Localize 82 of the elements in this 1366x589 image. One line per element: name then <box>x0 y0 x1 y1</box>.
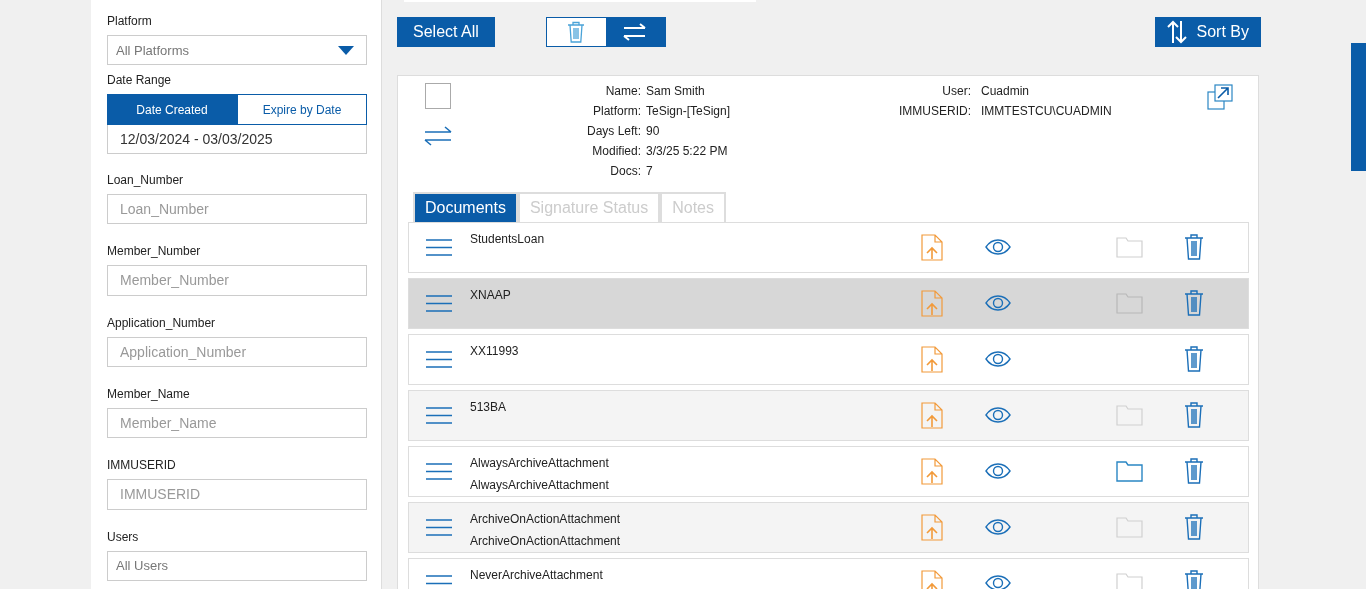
eye-icon[interactable] <box>985 463 1011 479</box>
eye-icon[interactable] <box>985 407 1011 423</box>
menu-icon[interactable] <box>426 519 452 536</box>
text-field[interactable]: Loan_Number <box>107 193 367 225</box>
document-row[interactable]: XNAAP <box>408 278 1249 329</box>
document-name: ArchiveOnActionAttachment <box>470 534 622 548</box>
field-label: Date Range <box>107 73 173 88</box>
menu-icon[interactable] <box>426 463 452 480</box>
text-field[interactable]: Member_Number <box>107 265 367 296</box>
field-label: Platform <box>107 14 153 28</box>
select-checkbox[interactable] <box>425 83 451 109</box>
info-label: Name: <box>604 84 641 99</box>
info-value: 3/3/25 5:22 PM <box>646 144 729 159</box>
document-name: XX11993 <box>470 344 520 358</box>
view-toggle[interactable] <box>545 17 666 47</box>
document-row[interactable]: ArchiveOnActionAttachment ArchiveOnActionAttachment <box>408 502 1249 553</box>
document-row[interactable]: AlwaysArchiveAttachment AlwaysArchiveAttachment <box>408 446 1249 497</box>
field-label: IMMUSERID <box>107 458 177 473</box>
document-row[interactable]: XX11993 <box>408 334 1249 385</box>
info-label: Modified: <box>591 144 641 159</box>
menu-icon[interactable] <box>426 295 452 312</box>
trash-icon[interactable] <box>1184 290 1204 316</box>
info-label: User: <box>941 84 971 99</box>
field-label: Users <box>107 529 140 544</box>
trash-icon[interactable] <box>1184 346 1204 372</box>
trash-icon <box>567 21 586 43</box>
tab[interactable]: Documents <box>413 192 518 222</box>
info-label: IMMUSERID: <box>898 104 971 119</box>
folder-icon[interactable] <box>1116 461 1143 482</box>
swap-arrows-icon <box>623 23 648 41</box>
date-type-tab[interactable]: Expire by Date <box>237 94 367 126</box>
eye-icon[interactable] <box>985 239 1011 255</box>
document-row[interactable]: NeverArchiveAttachment <box>408 558 1249 589</box>
document-row[interactable]: StudentsLoan <box>408 222 1249 273</box>
eye-icon[interactable] <box>985 351 1011 367</box>
menu-icon[interactable] <box>426 407 452 424</box>
trash-icon[interactable] <box>1184 402 1204 428</box>
info-value: 7 <box>646 164 654 179</box>
field-label: Member_Name <box>107 386 191 401</box>
date-range-field[interactable]: 12/03/2024 - 03/03/2025 <box>107 125 367 154</box>
info-label: Platform: <box>592 104 641 119</box>
trash-icon[interactable] <box>1184 570 1204 589</box>
info-value: 90 <box>646 124 661 139</box>
caret-icon <box>338 45 354 55</box>
document-name: 513BA <box>470 400 508 414</box>
sort-icon <box>1166 20 1187 44</box>
eye-icon[interactable] <box>985 575 1011 589</box>
menu-icon[interactable] <box>426 351 452 368</box>
field-label: Member_Number <box>107 244 202 259</box>
document-name: XNAAP <box>470 288 512 302</box>
info-value: Sam Smith <box>646 84 706 99</box>
trash-icon[interactable] <box>1184 514 1204 540</box>
menu-icon[interactable] <box>426 239 452 256</box>
info-value: Cuadmin <box>981 84 1031 99</box>
swap-view-button[interactable] <box>605 18 665 46</box>
info-label: Days Left: <box>585 124 641 139</box>
document-name: AlwaysArchiveAttachment <box>470 456 610 470</box>
eye-icon[interactable] <box>985 295 1011 311</box>
text-field[interactable]: IMMUSERID <box>107 479 367 510</box>
open-external-icon[interactable] <box>1207 84 1233 110</box>
date-type-tab[interactable]: Date Created <box>107 94 237 126</box>
document-name: ArchiveOnActionAttachment <box>470 512 622 526</box>
swap-arrows-icon[interactable] <box>424 126 452 146</box>
trash-icon[interactable] <box>1184 234 1204 260</box>
trash-view-button[interactable] <box>546 18 606 46</box>
info-value: TeSign-[TeSign] <box>646 104 732 119</box>
field-label: Loan_Number <box>107 172 185 187</box>
sort-by-button[interactable]: Sort By <box>1154 17 1261 47</box>
document-row[interactable]: 513BA <box>408 390 1249 441</box>
text-field[interactable]: Member_Name <box>107 407 367 439</box>
document-name: AlwaysArchiveAttachment <box>470 478 610 492</box>
select-all-button[interactable]: Select All <box>397 17 495 47</box>
users-dropdown[interactable]: All Users <box>107 550 367 582</box>
text-field[interactable]: Application_Number <box>107 336 367 367</box>
info-label: Docs: <box>609 164 641 179</box>
platform-dropdown[interactable]: All Platforms <box>107 35 367 66</box>
document-name: NeverArchiveAttachment <box>470 568 604 582</box>
field-label: Application_Number <box>107 315 217 330</box>
trash-icon[interactable] <box>1184 458 1204 484</box>
info-value: IMMTESTCU\CUADMIN <box>981 104 1112 119</box>
document-name: StudentsLoan <box>470 232 546 246</box>
eye-icon[interactable] <box>985 519 1011 535</box>
